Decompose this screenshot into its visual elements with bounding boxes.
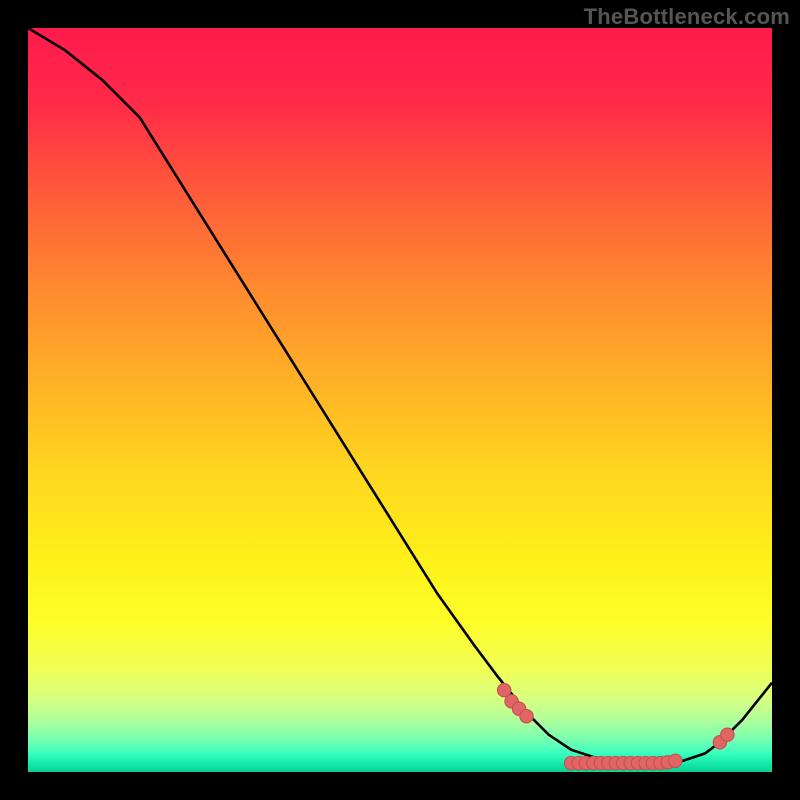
plot-area — [28, 28, 772, 772]
bottleneck-curve — [28, 28, 772, 763]
data-marker — [669, 754, 682, 767]
watermark-text: TheBottleneck.com — [584, 4, 790, 30]
data-marker — [520, 710, 533, 723]
chart-frame: TheBottleneck.com — [0, 0, 800, 800]
curve-layer — [28, 28, 772, 772]
data-marker — [721, 728, 734, 741]
